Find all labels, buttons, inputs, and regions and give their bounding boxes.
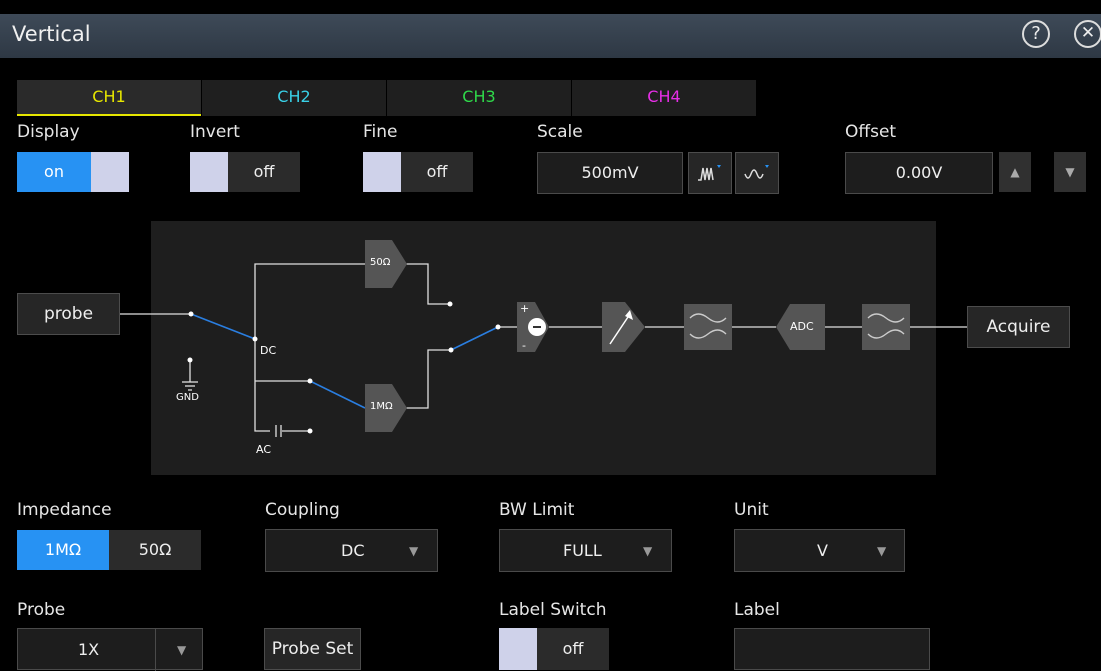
tab-ch4[interactable]: CH4: [572, 80, 756, 116]
tab-ch3-label: CH3: [462, 87, 496, 106]
unit-label: Unit: [734, 500, 769, 520]
probe-select[interactable]: 1X ▼: [17, 628, 203, 671]
scale-value: 500mV: [581, 163, 639, 182]
bwlimit-value: FULL: [563, 541, 602, 560]
offset-value: 0.00V: [895, 163, 943, 182]
scale-coarse-button[interactable]: [688, 152, 732, 194]
scale-fine-button[interactable]: [735, 152, 779, 194]
probe-value: 1X: [78, 640, 100, 659]
scale-field[interactable]: 500mV: [537, 152, 683, 194]
impedance-1m-option[interactable]: 1MΩ: [17, 530, 109, 570]
offset-field[interactable]: 0.00V: [845, 152, 993, 194]
coupling-label: Coupling: [265, 500, 340, 520]
scale-label: Scale: [537, 122, 583, 142]
fine-label: Fine: [363, 122, 398, 142]
ac-node-label: AC: [256, 443, 272, 456]
help-icon[interactable]: ?: [1022, 20, 1050, 48]
tab-ch1[interactable]: CH1: [17, 80, 201, 116]
coupling-value: DC: [341, 541, 365, 560]
wave-coarse-icon: [698, 165, 721, 181]
r50-label: 50Ω: [370, 257, 391, 268]
chevron-down-icon: ▼: [643, 544, 653, 558]
probe-set-button[interactable]: Probe Set: [264, 628, 361, 670]
bwlimit-label: BW Limit: [499, 500, 575, 520]
invert-label: Invert: [190, 122, 240, 142]
probe-divider: [155, 629, 156, 671]
label-input[interactable]: [734, 628, 930, 670]
acquire-block-label: Acquire: [986, 317, 1051, 337]
fine-knob: [363, 152, 401, 192]
offset-label: Offset: [845, 122, 897, 142]
amp-minus-label: -: [522, 339, 526, 352]
label-switch-label: Label Switch: [499, 600, 607, 620]
probe-set-label: Probe Set: [271, 639, 354, 659]
invert-off: off: [228, 152, 300, 192]
wave-fine-icon: [744, 165, 769, 179]
dc-node-label: DC: [260, 344, 277, 357]
coupling-select[interactable]: DC ▼: [265, 529, 438, 572]
offset-down-button[interactable]: ▼: [1054, 152, 1086, 192]
acquire-block[interactable]: Acquire: [967, 306, 1070, 348]
adc-label: ADC: [790, 320, 814, 333]
impedance-label: Impedance: [17, 500, 112, 520]
r1m-label: 1MΩ: [370, 401, 393, 412]
gnd-label: GND: [176, 392, 199, 403]
chevron-down-icon: ▼: [877, 544, 887, 558]
probe-label: Probe: [17, 600, 66, 620]
bwlimit-select[interactable]: FULL ▼: [499, 529, 672, 572]
tab-ch3[interactable]: CH3: [387, 80, 571, 116]
unit-select[interactable]: V ▼: [734, 529, 905, 572]
tab-ch1-label: CH1: [92, 87, 126, 106]
impedance-50-option[interactable]: 50Ω: [109, 530, 201, 570]
tab-ch2[interactable]: CH2: [202, 80, 386, 116]
display-on: on: [17, 152, 91, 192]
probe-block[interactable]: probe: [17, 293, 120, 335]
offset-up-button[interactable]: ▲: [999, 152, 1031, 192]
title-bar: Vertical ? ✕: [0, 14, 1101, 58]
label-switch-knob: [499, 628, 537, 670]
label-switch-off: off: [537, 628, 609, 670]
fine-off: off: [401, 152, 473, 192]
probe-block-label: probe: [43, 304, 94, 324]
tab-ch2-label: CH2: [277, 87, 311, 106]
display-knob: [91, 152, 129, 192]
amp-plus-label: +: [520, 302, 530, 315]
display-label: Display: [17, 122, 80, 142]
tab-ch4-label: CH4: [647, 87, 681, 106]
label-field-label: Label: [734, 600, 780, 620]
window-title: Vertical: [12, 22, 91, 46]
invert-knob: [190, 152, 228, 192]
unit-value: V: [817, 541, 828, 560]
chevron-down-icon: ▼: [177, 643, 187, 657]
chevron-down-icon: ▼: [409, 544, 419, 558]
close-icon[interactable]: ✕: [1074, 20, 1101, 48]
